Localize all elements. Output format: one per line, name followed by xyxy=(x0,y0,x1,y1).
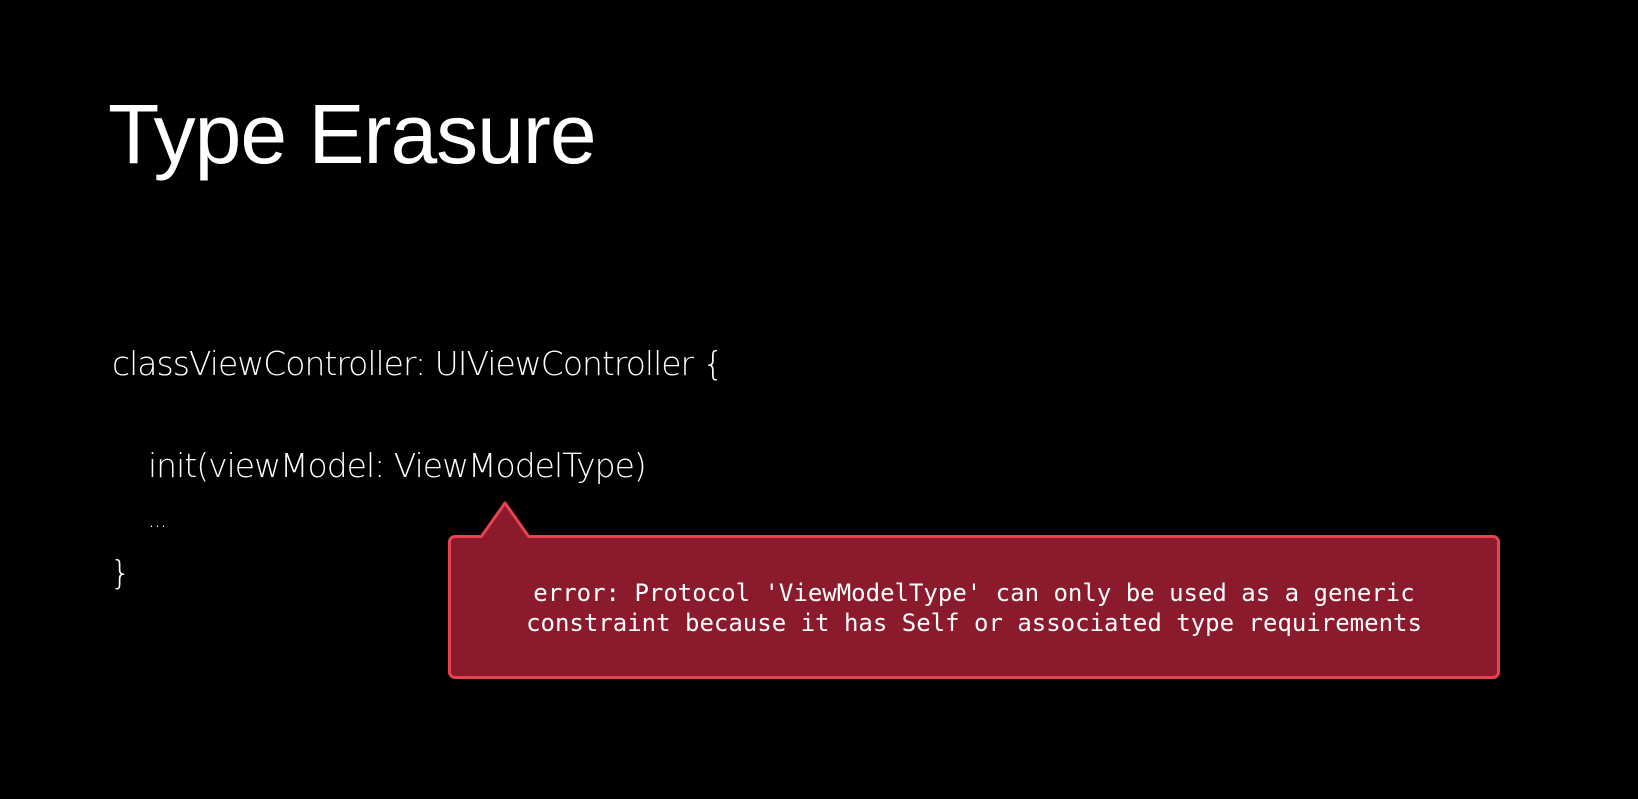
code-line-class-declaration: classViewController: UIViewController { xyxy=(112,344,724,383)
slide: Type Erasure classViewController: UIView… xyxy=(0,0,1638,799)
code-line-ellipsis: ... xyxy=(148,508,167,533)
code-line-closing-brace: } xyxy=(110,553,131,592)
error-message-line-2: constraint because it has Self or associ… xyxy=(526,609,1422,637)
error-callout: error: Protocol 'ViewModelType' can only… xyxy=(448,535,1500,679)
error-message-line-1: error: Protocol 'ViewModelType' can only… xyxy=(533,579,1415,607)
code-line-init: init(viewModel: ViewModelType) xyxy=(148,446,647,485)
slide-title: Type Erasure xyxy=(108,87,597,181)
error-message: error: Protocol 'ViewModelType' can only… xyxy=(451,578,1497,638)
callout-pointer-icon xyxy=(479,501,531,539)
